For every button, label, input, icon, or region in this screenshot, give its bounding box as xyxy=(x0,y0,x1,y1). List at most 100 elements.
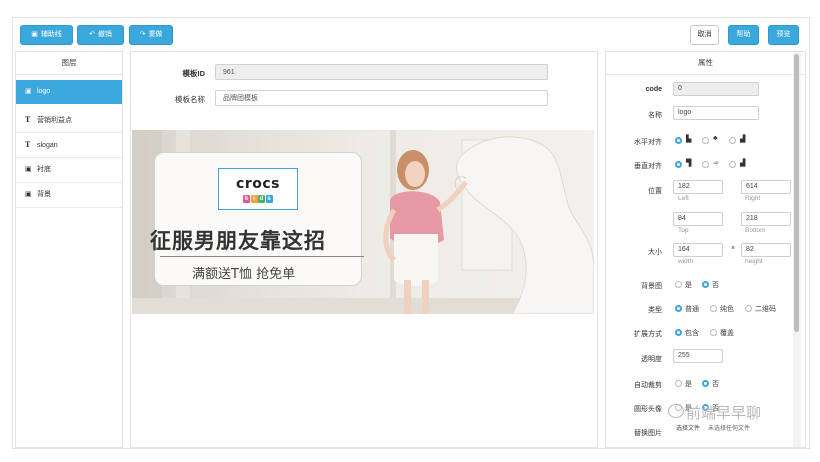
expand-contain-text: 包含 xyxy=(685,330,699,337)
image-icon: ▣ xyxy=(25,88,32,95)
round-avatar-label: 圆形头像 xyxy=(634,406,662,413)
right-hint: Right xyxy=(745,195,761,202)
expand-cover-radio[interactable] xyxy=(710,329,717,336)
top-input[interactable]: 84 xyxy=(673,212,723,226)
valign-label: 垂直对齐 xyxy=(634,163,662,170)
code-label: code xyxy=(645,86,662,93)
layer-item-background[interactable]: ▣ 背景 xyxy=(16,183,122,208)
layer-label: logo xyxy=(37,88,51,95)
bgimage-yes-text: 是 xyxy=(685,282,692,289)
kids-letter: i xyxy=(250,195,258,203)
preview-button[interactable]: 预览 xyxy=(768,25,799,45)
undo-label: 撤销 xyxy=(97,31,112,38)
type-normal-text: 普通 xyxy=(685,306,699,313)
layers-panel: 图层 ▣ logo T 营销利益点 Tslogan ▣ 衬底 ▣ 背景 xyxy=(15,51,123,448)
type-qr-radio[interactable] xyxy=(745,305,752,312)
type-label: 类型 xyxy=(648,307,662,314)
left-hint: Left xyxy=(678,195,689,202)
width-hint: width xyxy=(678,258,694,265)
redo-button[interactable]: ↷ 重做 xyxy=(129,25,173,45)
cancel-button[interactable]: 取消 xyxy=(690,25,719,45)
right-input[interactable]: 614 xyxy=(741,180,791,194)
layer-item-benefit[interactable]: T 营销利益点 xyxy=(16,108,122,133)
halign-left-radio[interactable] xyxy=(675,137,682,144)
valign-middle-radio[interactable] xyxy=(702,161,709,168)
autocrop-no-radio[interactable] xyxy=(702,380,709,387)
banner-preview[interactable]: crocs kids 征服男朋友靠这招 满额送T恤 抢免单 xyxy=(132,130,594,314)
height-input[interactable]: 82 xyxy=(741,243,791,257)
text-icon: T xyxy=(25,140,31,149)
align-center-icon: ♣ xyxy=(713,135,718,142)
code-field: 0 xyxy=(673,82,759,96)
choose-file-button[interactable]: 选择文件 xyxy=(676,423,700,432)
undo-icon: ↶ xyxy=(89,31,95,38)
width-input[interactable]: 164 xyxy=(673,243,723,257)
top-hint: Top xyxy=(678,227,689,234)
bottom-input[interactable]: 218 xyxy=(741,212,791,226)
type-normal-radio[interactable] xyxy=(675,305,682,312)
text-icon: T xyxy=(25,115,31,124)
name-input[interactable]: logo xyxy=(673,106,759,120)
opacity-input[interactable]: 255 xyxy=(673,349,723,363)
guides-button[interactable]: ▣ 辅助线 xyxy=(20,25,73,45)
help-button[interactable]: 帮助 xyxy=(728,25,759,45)
layers-header: 图层 xyxy=(16,52,122,75)
bgimage-yes-radio[interactable] xyxy=(675,281,682,288)
bgimage-no-radio[interactable] xyxy=(702,281,709,288)
expand-label: 扩展方式 xyxy=(634,331,662,338)
redo-icon: ↷ xyxy=(139,31,146,38)
image-icon: ▣ xyxy=(25,166,32,173)
align-middle-icon: ➾ xyxy=(713,160,719,167)
align-bottom-icon: ▟ xyxy=(740,160,746,167)
logo-selection-box[interactable]: crocs kids xyxy=(218,168,298,210)
properties-scrollbar[interactable] xyxy=(793,52,801,447)
expand-cover-text: 覆盖 xyxy=(720,330,734,337)
guides-label: 辅助线 xyxy=(40,31,62,38)
autocrop-yes-radio[interactable] xyxy=(675,380,682,387)
align-top-icon: ▜ xyxy=(686,160,692,167)
replace-image-label: 替换图片 xyxy=(634,430,662,437)
opacity-label: 透明度 xyxy=(641,356,662,363)
layer-item-underlay[interactable]: ▣ 衬底 xyxy=(16,158,122,183)
position-label: 位置 xyxy=(648,188,662,195)
left-input[interactable]: 182 xyxy=(673,180,723,194)
layer-label: 背景 xyxy=(37,191,51,198)
brand-logo-text: crocs xyxy=(236,176,280,192)
type-solid-radio[interactable] xyxy=(710,305,717,312)
scrollbar-thumb[interactable] xyxy=(794,54,799,332)
bottom-hint: Bottom xyxy=(745,227,766,234)
template-name-input[interactable]: 品牌团模板 xyxy=(215,90,548,106)
properties-header: 属性 xyxy=(606,52,805,75)
brand-logo-kids: kids xyxy=(243,193,273,203)
type-qr-text: 二维码 xyxy=(755,306,776,313)
wechat-icon xyxy=(668,404,684,418)
layer-label: 营销利益点 xyxy=(37,117,72,124)
layer-item-slogan[interactable]: Tslogan xyxy=(16,133,122,158)
canvas-area: 模板ID 961 模板名称 品牌团模板 crocs k i d s 征服男朋友靠… xyxy=(130,51,598,448)
align-right-icon: ▟ xyxy=(740,136,746,143)
halign-right-radio[interactable] xyxy=(729,137,736,144)
align-left-icon: ▙ xyxy=(686,136,692,143)
valign-top-radio[interactable] xyxy=(675,161,682,168)
banner-slogan: 征服男朋友靠这招 xyxy=(150,229,326,253)
template-id-label: 模板ID xyxy=(182,69,206,78)
banner-benefit: 满额送T恤 抢免单 xyxy=(192,267,296,282)
template-name-label: 模板名称 xyxy=(175,95,205,104)
times-symbol: × xyxy=(731,245,736,252)
name-label: 名称 xyxy=(648,112,662,119)
editor-window: ▣ 辅助线 ↶ 撤销 ↷ 重做 取消 帮助 预览 图层 ▣ logo T 营销利益点 Ts… xyxy=(12,17,810,449)
expand-contain-radio[interactable] xyxy=(675,329,682,336)
valign-bottom-radio[interactable] xyxy=(729,161,736,168)
no-file-text: 未选择任何文件 xyxy=(708,426,751,432)
layer-item-logo[interactable]: ▣ logo xyxy=(16,80,122,104)
undo-button[interactable]: ↶ 撤销 xyxy=(77,25,124,45)
toolbar: ▣ 辅助线 ↶ 撤销 ↷ 重做 取消 帮助 预览 xyxy=(13,18,809,50)
autocrop-yes-text: 是 xyxy=(685,381,692,388)
type-solid-text: 纯色 xyxy=(720,306,734,313)
redo-label: 重做 xyxy=(148,31,163,38)
halign-center-radio[interactable] xyxy=(702,137,709,144)
size-label: 大小 xyxy=(648,249,662,256)
image-icon: ▣ xyxy=(25,191,32,198)
height-hint: height xyxy=(745,258,763,265)
kids-letter: k xyxy=(243,195,250,203)
